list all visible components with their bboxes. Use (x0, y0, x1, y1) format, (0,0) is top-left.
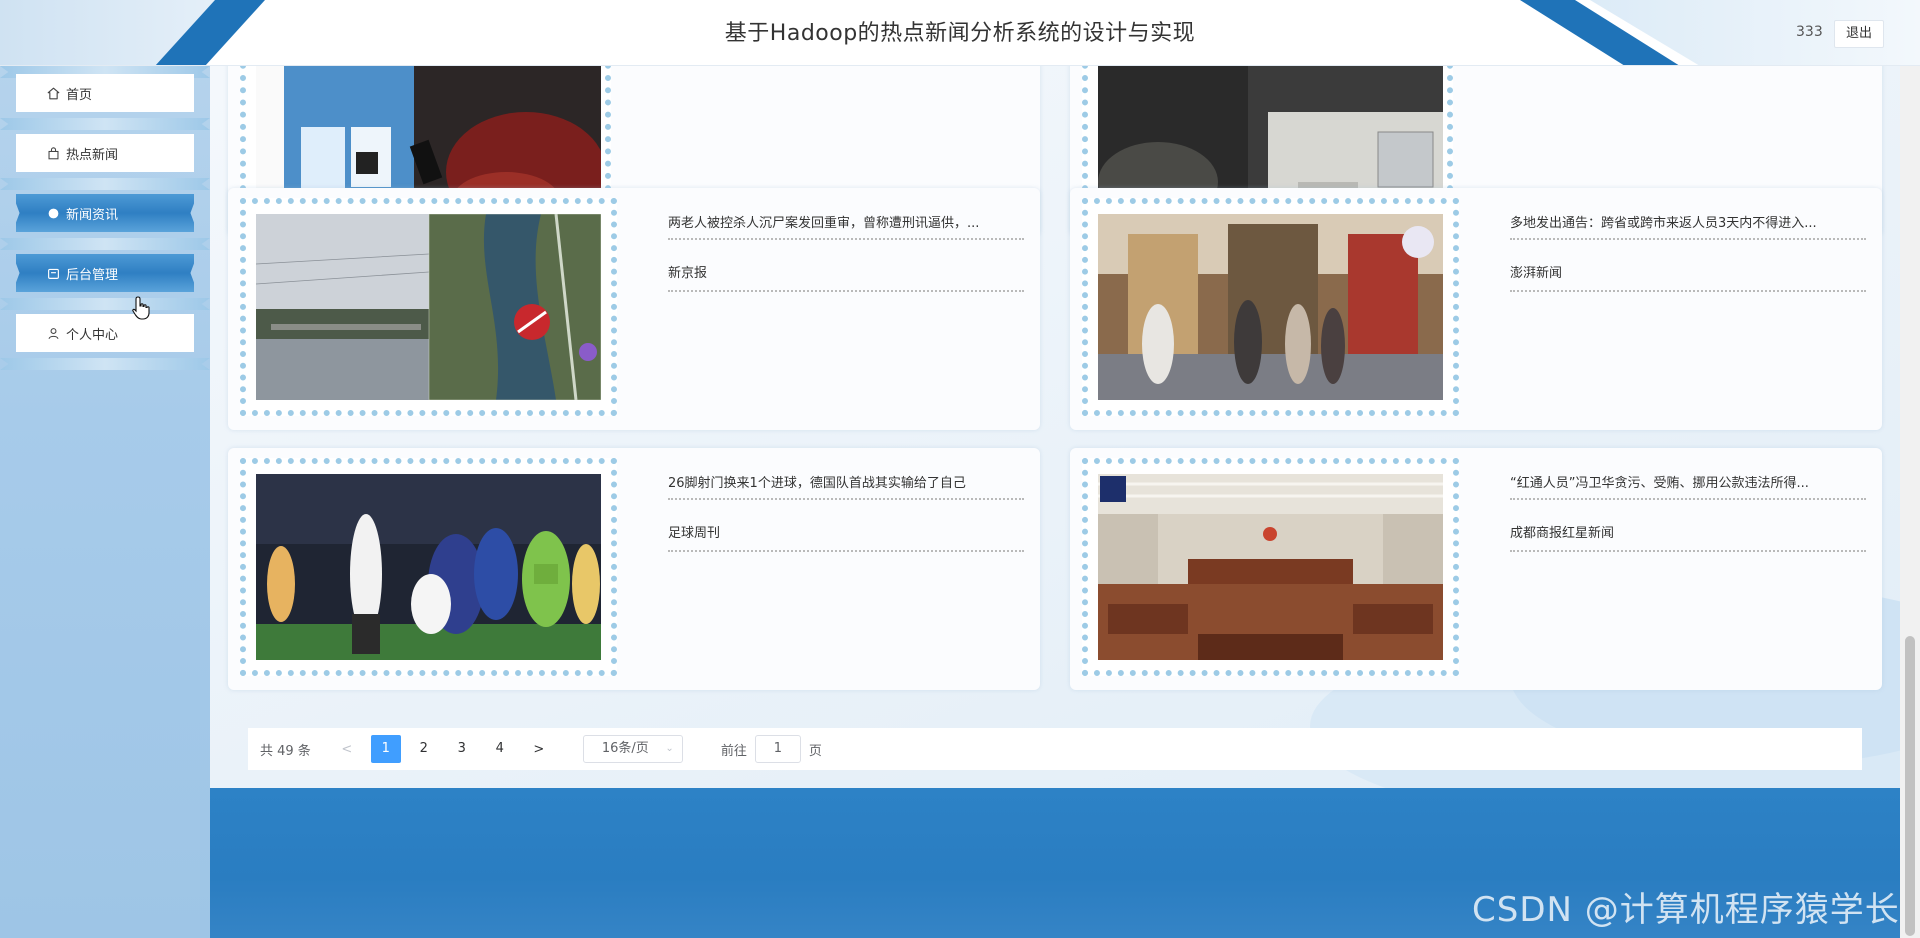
news-title[interactable]: 26脚射门换来1个进球，德国队首战其实输给了自己 (668, 472, 1024, 500)
chevron-down-icon: ⌄ (665, 743, 674, 754)
user-icon (46, 326, 60, 340)
sidebar-separator (0, 358, 210, 370)
news-photo-river-map (256, 214, 601, 400)
bag-icon (46, 146, 60, 160)
goto-page-input[interactable]: 1 (754, 735, 801, 763)
page-2-button[interactable]: 2 (409, 735, 439, 763)
news-title[interactable]: 多地发出通告：跨省或跨市来返人员3天内不得进入... (1510, 212, 1866, 240)
news-source: 澎湃新闻 (1510, 262, 1866, 292)
page-suffix-label: 页 (808, 743, 822, 759)
sidebar-item-personal-center[interactable]: 个人中心 (16, 314, 194, 352)
sidebar-item-label: 个人中心 (66, 327, 119, 343)
sidebar-item-hot-news[interactable]: 热点新闻 (16, 134, 194, 172)
goto-label: 前往 (720, 743, 747, 759)
news-card[interactable]: 两老人被控杀人沉尸案发回重审，曾称遭刑讯逼供，... 新京报 (228, 188, 1040, 430)
sidebar-item-admin[interactable]: 后台管理 (16, 254, 194, 292)
page-size-select[interactable]: 16条/页 ⌄ (582, 735, 683, 763)
sidebar-item-label: 热点新闻 (66, 147, 119, 163)
scrollbar-thumb[interactable] (1905, 636, 1915, 936)
pagination-total: 共 49 条 (260, 743, 311, 759)
page-4-button[interactable]: 4 (485, 735, 515, 763)
news-title[interactable]: 两老人被控杀人沉尸案发回重审，曾称遭刑讯逼供，... (668, 212, 1024, 240)
logout-button[interactable]: 退出 (1834, 20, 1884, 48)
sidebar-separator (0, 178, 210, 190)
sidebar: 首页 热点新闻 新闻资讯 后台管理 个人中心 (0, 66, 210, 938)
home-icon (46, 86, 60, 100)
scrollbar[interactable] (1900, 66, 1920, 938)
page-1-button[interactable]: 1 (370, 735, 401, 763)
news-image-frame (240, 458, 617, 676)
news-title[interactable]: “红通人员”冯卫华贪污、受贿、挪用公款违法所得... (1510, 472, 1866, 500)
news-source: 成都商报红星新闻 (1510, 522, 1866, 552)
sidebar-item-label: 新闻资讯 (66, 207, 119, 223)
sidebar-separator (0, 238, 210, 250)
page-size-value: 16条/页 (601, 741, 649, 756)
top-header: 基于Hadoop的热点新闻分析系统的设计与实现 333 退出 (0, 0, 1920, 66)
sidebar-item-label: 首页 (66, 87, 93, 103)
news-image-frame (1082, 458, 1459, 676)
pagination: 共 49 条 < 1 2 3 4 > 16条/页 ⌄ 前往 1 页 (248, 728, 1862, 770)
news-card[interactable]: “红通人员”冯卫华贪污、受贿、挪用公款违法所得... 成都商报红星新闻 (1070, 448, 1882, 690)
sidebar-item-label: 后台管理 (66, 267, 119, 283)
app-title: 基于Hadoop的热点新闻分析系统的设计与实现 (724, 21, 1196, 46)
sidebar-item-news-info[interactable]: 新闻资讯 (16, 194, 194, 232)
mouse-cursor-icon (132, 296, 150, 324)
news-card[interactable]: 26脚射门换来1个进球，德国队首战其实输给了自己 足球周刊 (228, 448, 1040, 690)
main-content: 两老人被控杀人沉尸案发回重审，曾称遭刑讯逼供，... 新京报 多地发出通告：跨省… (210, 66, 1900, 788)
news-photo-courtroom (1098, 474, 1443, 660)
sidebar-separator (0, 118, 210, 130)
news-photo-football-celebration (256, 474, 601, 660)
circle-icon (46, 206, 60, 220)
news-source: 足球周刊 (668, 522, 1024, 552)
sidebar-separator (0, 298, 210, 310)
news-source: 新京报 (668, 262, 1024, 292)
news-card[interactable]: 多地发出通告：跨省或跨市来返人员3天内不得进入... 澎湃新闻 (1070, 188, 1882, 430)
news-image-frame (1082, 198, 1459, 416)
next-page-button[interactable]: > (523, 742, 555, 757)
briefcase-icon (46, 266, 60, 280)
page-3-button[interactable]: 3 (447, 735, 477, 763)
news-image-frame (240, 198, 617, 416)
watermark: CSDN @计算机程序猿学长 (1472, 890, 1900, 930)
news-photo-mall-crowd (1098, 214, 1443, 400)
username: 333 (1796, 24, 1823, 40)
prev-page-button[interactable]: < (331, 742, 363, 757)
sidebar-item-home[interactable]: 首页 (16, 74, 194, 112)
